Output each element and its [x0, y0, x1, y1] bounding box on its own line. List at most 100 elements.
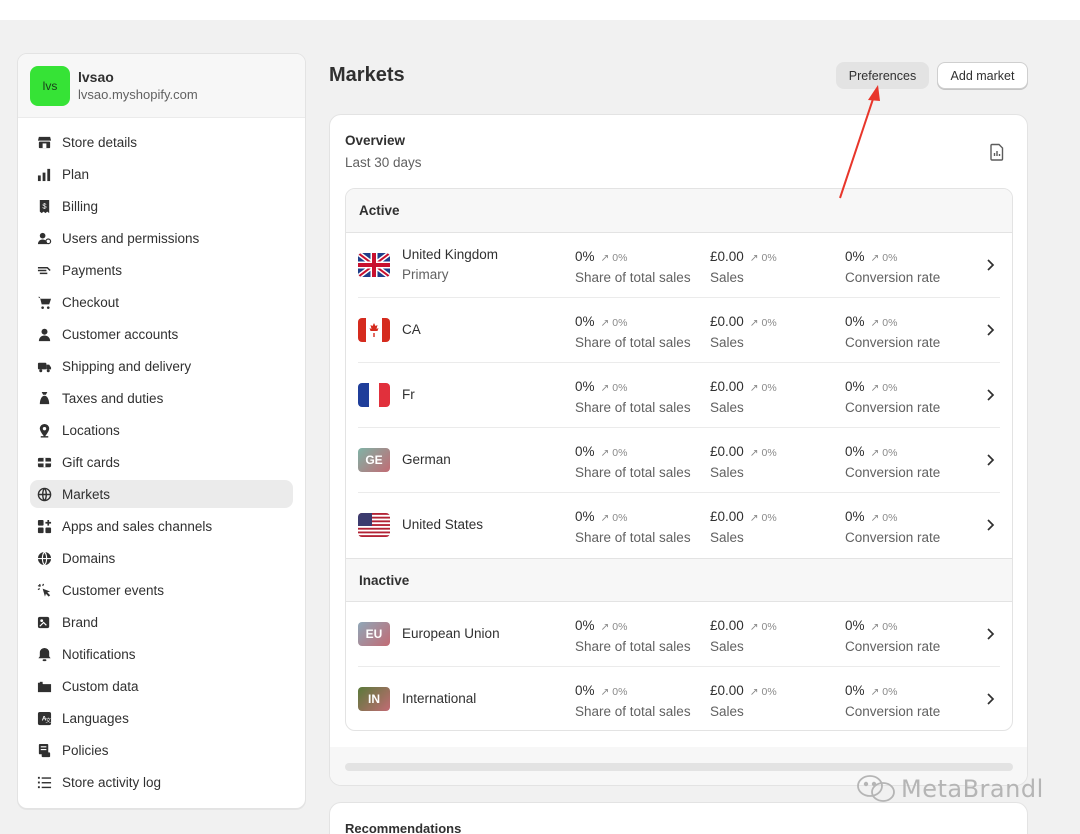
- sidebar-item-languages[interactable]: A 文 Languages: [30, 704, 293, 732]
- metric-label: Share of total sales: [575, 335, 691, 350]
- market-row[interactable]: United States 0% ↗ 0% Share of total sales £…: [358, 493, 1000, 558]
- metric-label: Sales: [710, 704, 744, 719]
- metric-delta: ↗ 0%: [749, 686, 777, 698]
- metric-value: £0.00: [710, 683, 744, 698]
- sales-metric: £0.00 ↗ 0% Sales: [710, 616, 777, 657]
- add-market-button[interactable]: Add market: [937, 62, 1028, 89]
- metric-value: £0.00: [710, 249, 744, 264]
- metric-delta: ↗ 0%: [749, 317, 777, 329]
- settings-nav: Store details Plan $ Billing Users and permi…: [18, 118, 305, 796]
- sidebar-item-payments[interactable]: Payments: [30, 256, 293, 284]
- store-name: lvsao: [78, 68, 114, 85]
- sidebar-item-store-activity-log[interactable]: Store activity log: [30, 768, 293, 796]
- sales-metric: £0.00 ↗ 0% Sales: [710, 681, 777, 722]
- svg-text:文: 文: [45, 716, 51, 724]
- metric-value: 0%: [575, 314, 595, 329]
- chevron-right-icon: [987, 454, 995, 466]
- metric-delta: ↗ 0%: [600, 382, 628, 394]
- policy-icon: [36, 742, 52, 758]
- share-of-sales-metric: 0% ↗ 0% Share of total sales: [575, 247, 691, 288]
- sidebar-item-markets[interactable]: Markets: [30, 480, 293, 508]
- sidebar-item-taxes-and-duties[interactable]: Taxes and duties: [30, 384, 293, 412]
- market-name: European Union: [402, 626, 500, 641]
- sidebar-item-label: Languages: [62, 710, 129, 726]
- sidebar-item-plan[interactable]: Plan: [30, 160, 293, 188]
- metric-delta: ↗ 0%: [600, 512, 628, 524]
- sidebar-item-billing[interactable]: $ Billing: [30, 192, 293, 220]
- market-name: International: [402, 691, 477, 706]
- metric-label: Conversion rate: [845, 465, 941, 480]
- sidebar-item-notifications[interactable]: Notifications: [30, 640, 293, 668]
- location-pin-icon: [36, 422, 52, 438]
- person-icon: [36, 326, 52, 342]
- market-row[interactable]: GE German 0% ↗ 0% Share of total sales £0.00 ↗…: [358, 428, 1000, 493]
- store-domain: lvsao.myshopify.com: [78, 86, 198, 102]
- sidebar-item-store-details[interactable]: Store details: [30, 128, 293, 156]
- market-name: German: [402, 452, 451, 467]
- metric-delta: ↗ 0%: [749, 252, 777, 264]
- metric-delta: ↗ 0%: [870, 382, 898, 394]
- export-report-icon[interactable]: [989, 143, 1005, 161]
- metric-value: 0%: [845, 509, 865, 524]
- sidebar-item-locations[interactable]: Locations: [30, 416, 293, 444]
- store-header[interactable]: lvs lvsao lvsao.myshopify.com: [18, 54, 305, 118]
- conversion-rate-metric: 0% ↗ 0% Conversion rate: [845, 247, 940, 288]
- list-icon: [36, 774, 52, 790]
- sidebar-item-label: Gift cards: [62, 454, 120, 470]
- sidebar-item-label: Markets: [62, 486, 111, 502]
- market-row[interactable]: United Kingdom Primary 0% ↗ 0% Share of tota…: [358, 233, 1000, 298]
- metric-value: 0%: [575, 618, 595, 633]
- sidebar-item-gift-cards[interactable]: Gift cards: [30, 448, 293, 476]
- metric-value: 0%: [845, 314, 865, 329]
- sidebar-item-checkout[interactable]: Checkout: [30, 288, 293, 316]
- metric-value: £0.00: [710, 444, 744, 459]
- metric-label: Share of total sales: [575, 465, 691, 480]
- market-row[interactable]: CA 0% ↗ 0% Share of total sales £0.00 ↗ 0% Sal…: [358, 298, 1000, 363]
- sales-metric: £0.00 ↗ 0% Sales: [710, 507, 777, 548]
- sidebar-item-custom-data[interactable]: Custom data: [30, 672, 293, 700]
- sidebar-item-domains[interactable]: Domains: [30, 544, 293, 572]
- sidebar-item-customer-events[interactable]: Customer events: [30, 576, 293, 604]
- sidebar-item-users-and-permissions[interactable]: Users and permissions: [30, 224, 293, 252]
- overview-period: Last 30 days: [345, 155, 422, 170]
- plan-icon: [36, 166, 52, 182]
- metric-label: Conversion rate: [845, 704, 941, 719]
- flag-fr-icon: [358, 383, 390, 407]
- share-of-sales-metric: 0% ↗ 0% Share of total sales: [575, 312, 691, 353]
- market-row[interactable]: Fr 0% ↗ 0% Share of total sales £0.00 ↗ 0% Sal…: [358, 363, 1000, 428]
- horizontal-scrollbar[interactable]: [345, 763, 1013, 771]
- chat-bubbles-icon: [857, 775, 895, 802]
- preferences-button[interactable]: Preferences: [836, 62, 929, 89]
- market-row[interactable]: IN International 0% ↗ 0% Share of total sale…: [358, 667, 1000, 730]
- metric-label: Conversion rate: [845, 400, 941, 415]
- sidebar-item-label: Payments: [62, 262, 123, 278]
- metric-delta: ↗ 0%: [600, 317, 628, 329]
- sidebar-item-label: Store activity log: [62, 774, 162, 790]
- domain-globe-icon: [36, 550, 52, 566]
- settings-sidebar: lvs lvsao lvsao.myshopify.com Store deta…: [17, 53, 306, 809]
- sidebar-item-label: Checkout: [62, 294, 120, 310]
- metric-value: 0%: [845, 444, 865, 459]
- market-name: Fr: [402, 387, 415, 402]
- sales-metric: £0.00 ↗ 0% Sales: [710, 312, 777, 353]
- recommendations-title: Recommendations: [345, 821, 462, 834]
- sidebar-item-brand[interactable]: Brand: [30, 608, 293, 636]
- truck-icon: [36, 358, 52, 374]
- chevron-right-icon: [987, 628, 995, 640]
- metric-delta: ↗ 0%: [749, 512, 777, 524]
- market-row[interactable]: EU European Union 0% ↗ 0% Share of total sal…: [358, 602, 1000, 667]
- metric-label: Share of total sales: [575, 704, 691, 719]
- sidebar-item-customer-accounts[interactable]: Customer accounts: [30, 320, 293, 348]
- sidebar-item-shipping-and-delivery[interactable]: Shipping and delivery: [30, 352, 293, 380]
- market-name: CA: [402, 322, 421, 337]
- folder-icon: [36, 678, 52, 694]
- sidebar-item-apps-and-sales-channels[interactable]: Apps and sales channels: [30, 512, 293, 540]
- watermark: MetaBrandl: [855, 772, 1044, 806]
- sidebar-item-label: Store details: [62, 134, 138, 150]
- sidebar-item-policies[interactable]: Policies: [30, 736, 293, 764]
- active-markets: United Kingdom Primary 0% ↗ 0% Share of tota…: [346, 233, 1012, 558]
- flag-uk-icon: [358, 253, 390, 277]
- markets-list: Active United Kingdom Primary 0% ↗ 0% Share …: [345, 188, 1013, 731]
- share-of-sales-metric: 0% ↗ 0% Share of total sales: [575, 681, 691, 722]
- metric-label: Share of total sales: [575, 530, 691, 545]
